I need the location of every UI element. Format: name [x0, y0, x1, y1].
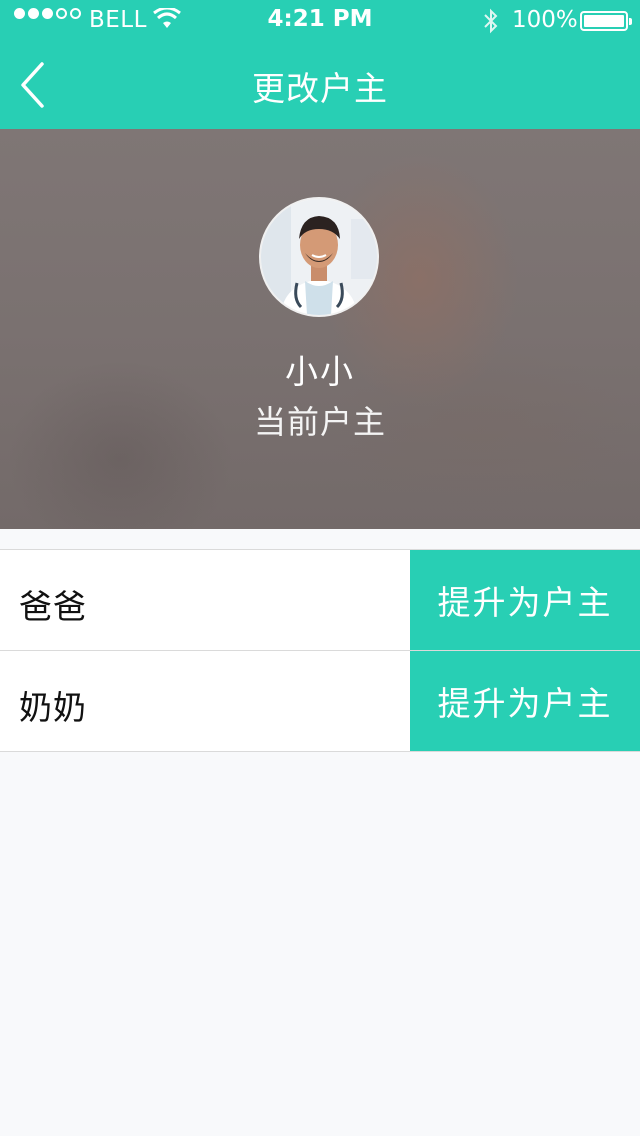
bluetooth-icon [484, 8, 498, 34]
nav-bar: 更改户主 [0, 40, 640, 129]
battery-percentage: 100% [512, 7, 578, 33]
current-owner-header: 小小 当前户主 [0, 129, 640, 529]
battery-icon [580, 11, 632, 31]
status-bar: BELL 4:21 PM 100% [0, 0, 640, 40]
avatar [259, 197, 379, 317]
owner-name: 小小 [285, 352, 355, 391]
member-list: 爸爸 提升为户主 奶奶 提升为户主 [0, 549, 640, 752]
promote-to-owner-button[interactable]: 提升为户主 [410, 651, 640, 751]
list-item: 爸爸 提升为户主 [0, 550, 640, 651]
top-bar: BELL 4:21 PM 100% 更改户主 [0, 0, 640, 129]
promote-to-owner-button[interactable]: 提升为户主 [410, 550, 640, 650]
member-name: 爸爸 [19, 587, 87, 626]
app-screen: BELL 4:21 PM 100% 更改户主 小小 当前户主 爸爸 提升为户主 … [0, 0, 640, 1136]
page-title: 更改户主 [252, 69, 388, 108]
list-item: 奶奶 提升为户主 [0, 651, 640, 752]
member-name: 奶奶 [19, 688, 87, 727]
owner-role-label: 当前户主 [253, 403, 386, 441]
